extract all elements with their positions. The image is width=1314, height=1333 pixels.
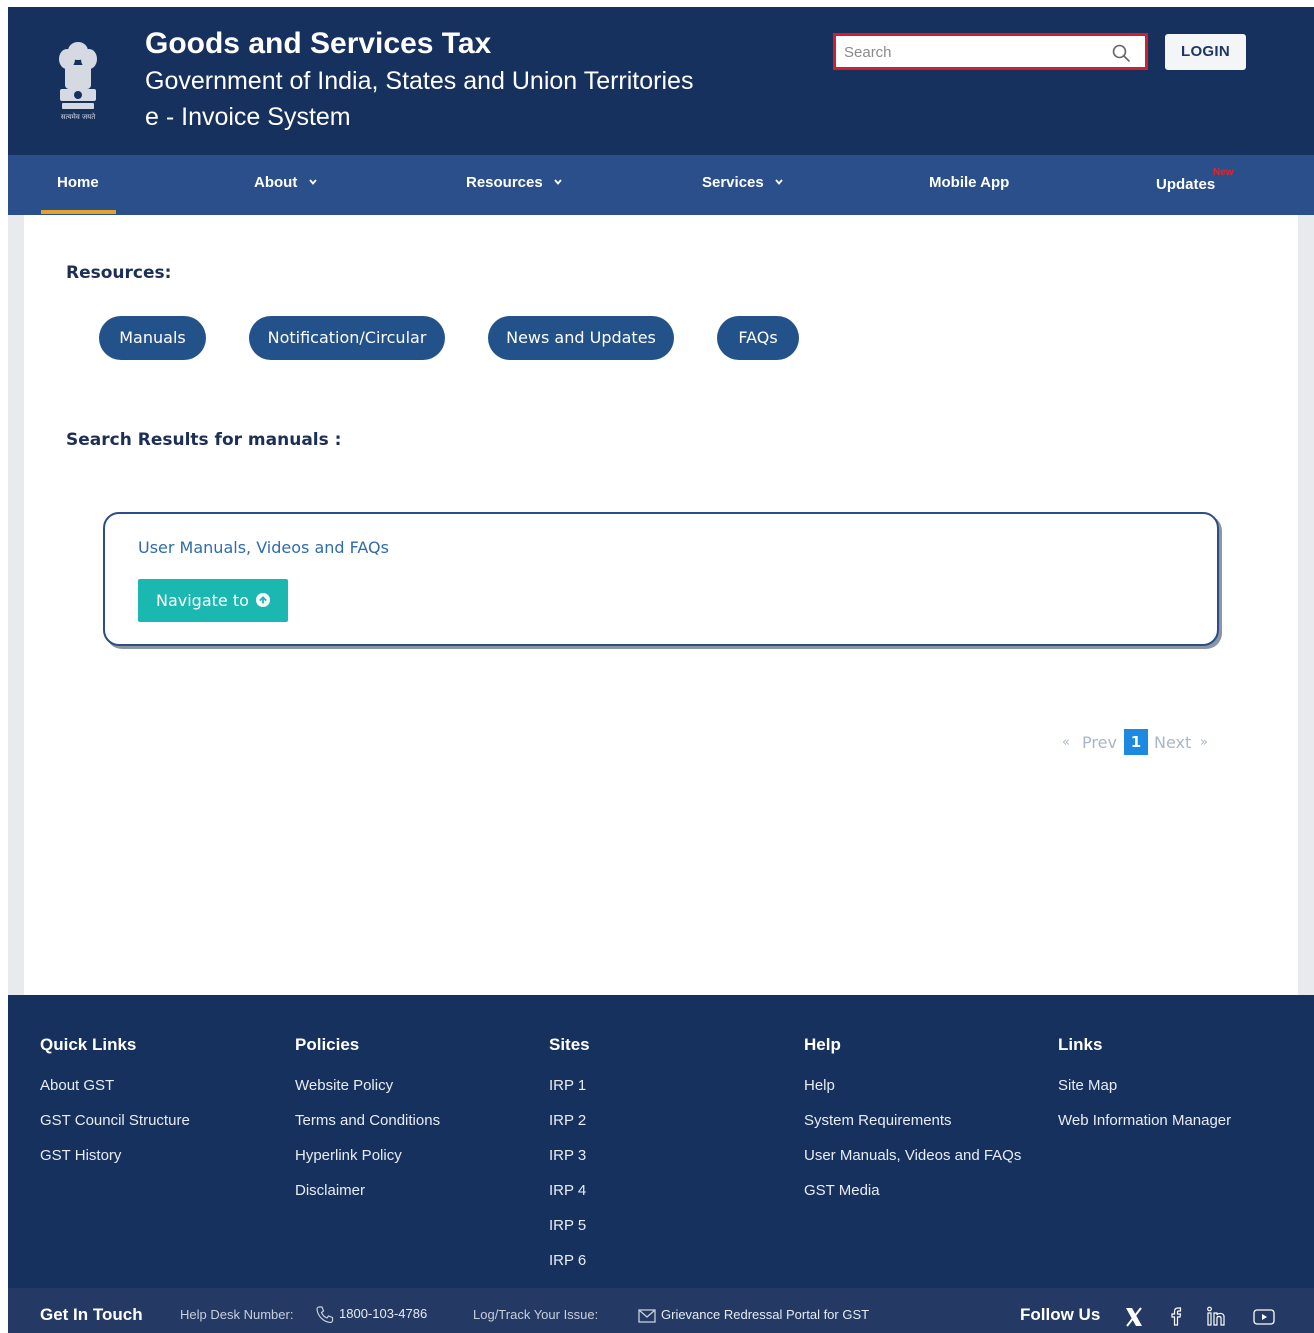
grievance-portal-link[interactable]: Grievance Redressal Portal for GST [661,1288,869,1333]
nav-item-label: Home [57,174,99,191]
mail-icon [638,1309,656,1323]
nav-item-label: Mobile App [929,174,1010,191]
nav-item-resources[interactable]: Resources [466,155,563,215]
footer-link[interactable]: IRP 4 [549,1182,590,1217]
nav-item-mobile-app[interactable]: Mobile App [929,155,1009,215]
chevron-down-icon [775,178,783,185]
search-icon[interactable] [1111,43,1131,63]
new-badge: New [1213,167,1234,178]
footer-link[interactable]: GST Council Structure [40,1112,190,1147]
linkedin-icon[interactable] [1206,1305,1228,1327]
news-and-updates-button[interactable]: News and Updates [488,316,674,360]
result-card: User Manuals, Videos and FAQs Navigate t… [103,512,1219,646]
footer-link[interactable]: Disclaimer [295,1182,440,1217]
facebook-icon[interactable] [1168,1305,1184,1327]
main-nav: Home About Resources Services Mobile App… [8,155,1314,215]
current-page[interactable]: 1 [1124,729,1148,755]
footer-link[interactable]: GST Media [804,1182,1021,1217]
helpdesk-label: Help Desk Number: [180,1307,294,1322]
footer-bottom-bar: Get In Touch Help Desk Number: 1800-103-… [8,1288,1314,1333]
footer-link[interactable]: Site Map [1058,1077,1231,1112]
footer-heading: Help [804,1035,841,1054]
resources-heading: Resources: [66,263,172,283]
site-footer: Quick Links About GST GST Council Struct… [8,995,1314,1288]
search-input[interactable] [844,42,1094,62]
footer-link[interactable]: GST History [40,1147,190,1182]
next-page-link[interactable]: Next [1154,733,1191,752]
navigate-to-label: Navigate to [155,591,249,610]
search-results-heading: Search Results for manuals : [66,430,342,450]
footer-link[interactable]: About GST [40,1077,190,1112]
nav-item-updates[interactable]: Updates [1156,157,1215,217]
footer-column-policies: Policies Website Policy Terms and Condit… [295,1035,440,1217]
result-title-link[interactable]: User Manuals, Videos and FAQs [138,538,389,557]
footer-link[interactable]: IRP 5 [549,1217,590,1252]
x-twitter-icon[interactable] [1124,1306,1144,1328]
footer-column-links: Links Site Map Web Information Manager [1058,1035,1231,1147]
footer-link[interactable]: Hyperlink Policy [295,1147,440,1182]
footer-link[interactable]: System Requirements [804,1112,1021,1147]
footer-column-sites: Sites IRP 1 IRP 2 IRP 3 IRP 4 IRP 5 IRP … [549,1035,590,1287]
footer-link[interactable]: Website Policy [295,1077,440,1112]
site-subtitle: Government of India, States and Union Te… [145,67,694,95]
footer-link[interactable]: IRP 1 [549,1077,590,1112]
footer-link[interactable]: Terms and Conditions [295,1112,440,1147]
follow-us-label: Follow Us [1020,1305,1101,1324]
footer-link[interactable]: User Manuals, Videos and FAQs [804,1147,1021,1182]
national-emblem-icon[interactable]: सत्यमेव जयते [54,37,102,127]
notification-circular-button[interactable]: Notification/Circular [249,316,445,360]
nav-item-home[interactable]: Home [57,155,99,215]
footer-link[interactable]: IRP 6 [549,1252,590,1287]
nav-item-about[interactable]: About [254,155,318,215]
prev-page-link[interactable]: Prev [1082,733,1117,752]
faqs-button[interactable]: FAQs [717,316,799,360]
footer-link[interactable]: IRP 2 [549,1112,590,1147]
search-box [833,33,1148,70]
nav-item-label: Resources [466,174,543,191]
site-header: सत्यमेव जयते Goods and Services Tax Gove… [8,7,1314,155]
footer-column-quick-links: Quick Links About GST GST Council Struct… [40,1035,190,1182]
active-nav-indicator [41,210,116,214]
arrow-circle-up-icon [256,593,270,607]
youtube-icon[interactable] [1253,1309,1275,1325]
login-button[interactable]: LOGIN [1165,34,1246,70]
footer-link[interactable]: Web Information Manager [1058,1112,1231,1147]
prev-arrow-icon[interactable]: « [1062,735,1070,750]
nav-item-label: About [254,174,298,191]
chevron-down-icon [308,178,317,185]
system-name: e - Invoice System [145,103,351,131]
footer-heading: Sites [549,1035,590,1054]
site-title: Goods and Services Tax [145,27,492,60]
footer-link[interactable]: IRP 3 [549,1147,590,1182]
helpdesk-number[interactable]: 1800-103-4786 [339,1288,427,1333]
nav-item-label: Services [702,174,764,191]
get-in-touch-label: Get In Touch [40,1305,143,1324]
phone-icon [316,1306,334,1324]
nav-item-label: Updates [1156,176,1216,193]
footer-link[interactable]: Help [804,1077,1021,1112]
manuals-button[interactable]: Manuals [99,316,206,360]
chevron-down-icon [554,178,562,185]
navigate-to-button[interactable]: Navigate to [138,579,288,622]
nav-item-services[interactable]: Services [702,155,784,215]
footer-heading: Links [1058,1035,1103,1054]
track-issue-label: Log/Track Your Issue: [473,1307,599,1322]
svg-text:सत्यमेव जयते: सत्यमेव जयते [61,112,96,121]
footer-heading: Policies [295,1035,360,1054]
next-arrow-icon[interactable]: » [1200,735,1208,750]
footer-column-help: Help Help System Requirements User Manua… [804,1035,1021,1217]
footer-heading: Quick Links [40,1035,137,1054]
page-margin-right [1298,215,1314,995]
page-margin-left [8,215,24,995]
